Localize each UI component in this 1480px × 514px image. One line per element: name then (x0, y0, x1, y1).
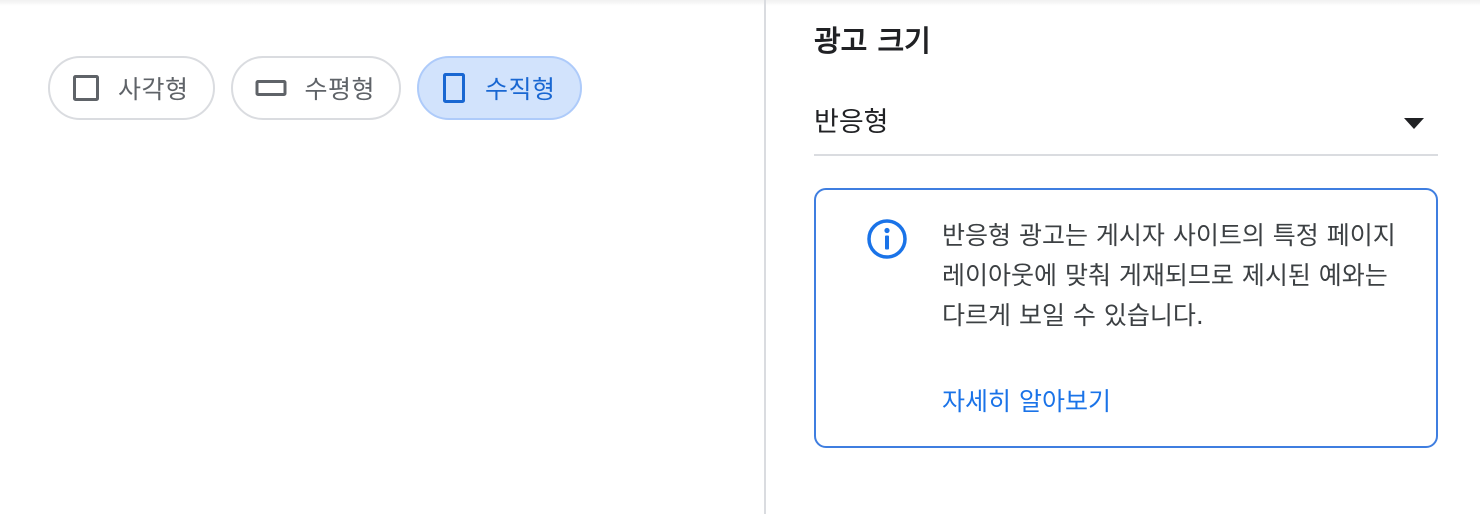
horizontal-rectangle-icon (255, 78, 287, 98)
square-outline-icon (72, 74, 100, 102)
chip-vertical[interactable]: 수직형 (417, 56, 582, 120)
ad-shape-chip-group: 사각형 수평형 수직형 (48, 56, 582, 120)
chip-square-label: 사각형 (118, 75, 189, 104)
info-text: 반응형 광고는 게시자 사이트의 특정 페이지 레이아웃에 맞춰 게재되므로 제… (942, 221, 1396, 330)
vertical-rectangle-icon (441, 72, 467, 104)
ad-size-select-value: 반응형 (814, 107, 889, 138)
chip-square[interactable]: 사각형 (48, 56, 215, 120)
responsive-info-box: 반응형 광고는 게시자 사이트의 특정 페이지 레이아웃에 맞춰 게재되므로 제… (814, 188, 1438, 448)
chip-vertical-label: 수직형 (485, 75, 556, 104)
ad-size-title: 광고 크기 (814, 24, 931, 58)
ad-size-panel: 광고 크기 반응형 반응형 광고는 게시자 사이트의 특정 페이지 레이아웃에 … (766, 0, 1480, 514)
info-icon (866, 218, 908, 264)
learn-more-link[interactable]: 자세히 알아보기 (942, 382, 1111, 418)
chip-horizontal-label: 수평형 (304, 75, 376, 104)
ad-shape-panel: 사각형 수평형 수직형 (0, 0, 764, 514)
chip-horizontal[interactable]: 수평형 (230, 56, 402, 120)
ad-size-select[interactable]: 반응형 (814, 90, 1438, 156)
dropdown-arrow-icon (1404, 118, 1424, 129)
